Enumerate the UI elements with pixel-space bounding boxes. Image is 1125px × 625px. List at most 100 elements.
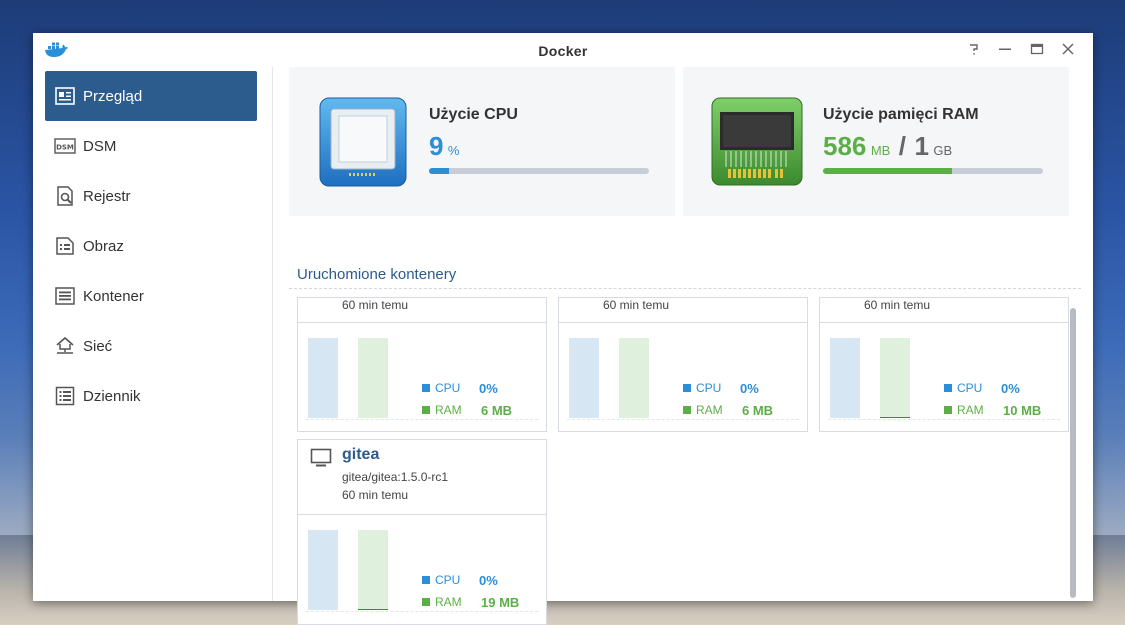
card-header: 60 min temu xyxy=(820,298,1068,323)
container-uptime: 60 min temu xyxy=(342,488,409,502)
ram-usage-value: 6 MB xyxy=(481,403,513,418)
container-card[interactable]: 60 min temu CPU 0% RAM 10 MB xyxy=(819,297,1069,432)
help-button[interactable] xyxy=(966,41,982,57)
ram-usage-title: Użycie pamięci RAM xyxy=(823,106,979,123)
cpu-usage-value: 0% xyxy=(479,381,498,396)
container-icon xyxy=(54,285,76,307)
running-containers-heading: Uruchomione kontenery xyxy=(297,266,457,283)
cpu-usage-mini-bar xyxy=(308,530,338,610)
ram-usage-mini-bar xyxy=(880,338,910,418)
sidebar-item-label: Sieć xyxy=(83,337,113,355)
container-card[interactable]: 60 min temu CPU 0% RAM 6 MB xyxy=(297,297,547,432)
ram-usage-value: 586 MB / 1 GB xyxy=(823,131,953,161)
container-usage-chart: CPU 0% RAM 6 MB xyxy=(298,323,546,433)
ram-usage-mini-bar xyxy=(358,338,388,418)
sidebar: Przegląd DSM DSM Rejestr Obraz Kontener xyxy=(33,67,273,601)
image-icon xyxy=(54,235,76,257)
sidebar-item-image[interactable]: Obraz xyxy=(45,221,257,271)
container-card[interactable]: 60 min temu CPU 0% RAM 6 MB xyxy=(558,297,808,432)
sidebar-item-container[interactable]: Kontener xyxy=(45,271,257,321)
overview-icon xyxy=(54,85,76,107)
chart-baseline xyxy=(306,419,538,420)
cpu-legend-swatch xyxy=(422,384,430,392)
ram-legend-swatch xyxy=(944,406,952,414)
cpu-usage-value: 0% xyxy=(1001,381,1020,396)
scrollbar-thumb[interactable] xyxy=(1070,308,1076,598)
cpu-legend-swatch xyxy=(683,384,691,392)
main-content: Użycie CPU 9 % Użycie pamięci RAM 586 MB… xyxy=(273,67,1093,625)
ram-usage-mini-fill xyxy=(880,417,910,418)
cpu-legend-label: CPU xyxy=(435,381,461,395)
sidebar-item-dsm[interactable]: DSM DSM xyxy=(45,121,257,171)
container-usage-chart: CPU 0% RAM 19 MB xyxy=(298,515,546,625)
sidebar-item-label: Rejestr xyxy=(83,187,131,205)
sidebar-item-registry[interactable]: Rejestr xyxy=(45,171,257,221)
svg-text:DSM: DSM xyxy=(56,144,74,152)
sidebar-item-log[interactable]: Dziennik xyxy=(45,371,257,421)
maximize-button[interactable] xyxy=(1029,41,1045,57)
cpu-usage-title: Użycie CPU xyxy=(429,106,518,123)
ram-legend-label: RAM xyxy=(957,403,984,417)
container-computer-icon xyxy=(310,448,332,473)
container-card-gitea[interactable]: gitea gitea/gitea:1.5.0-rc1 60 min temu … xyxy=(297,439,547,625)
ram-usage-value: 6 MB xyxy=(742,403,774,418)
container-uptime: 60 min temu xyxy=(603,298,670,312)
docker-window: Docker Przegląd DSM DSM Rejestr Obraz Ko… xyxy=(33,33,1093,625)
registry-icon xyxy=(54,185,76,207)
cpu-usage-value: 9 % xyxy=(429,131,460,161)
ram-module-icon xyxy=(711,97,803,192)
ram-usage-mini-bar xyxy=(619,338,649,418)
container-usage-chart: CPU 0% RAM 10 MB xyxy=(820,323,1068,433)
ram-legend-swatch xyxy=(422,598,430,606)
cpu-legend-label: CPU xyxy=(696,381,722,395)
ram-legend-label: RAM xyxy=(435,403,462,417)
cpu-usage-mini-bar xyxy=(308,338,338,418)
minimize-button[interactable] xyxy=(997,41,1013,57)
cpu-usage-mini-bar xyxy=(830,338,860,418)
window-title: Docker xyxy=(538,43,588,59)
sidebar-item-label: Obraz xyxy=(83,237,124,255)
ram-legend-label: RAM xyxy=(696,403,723,417)
sidebar-item-network[interactable]: Sieć xyxy=(45,321,257,371)
ram-usage-bar xyxy=(823,168,1043,174)
cpu-usage-bar xyxy=(429,168,649,174)
ram-usage-bar-fill xyxy=(823,168,952,174)
container-usage-chart: CPU 0% RAM 6 MB xyxy=(559,323,807,433)
container-uptime: 60 min temu xyxy=(864,298,931,312)
ram-legend-swatch xyxy=(422,406,430,414)
ram-usage-panel: Użycie pamięci RAM 586 MB / 1 GB xyxy=(683,67,1069,216)
vertical-scrollbar[interactable] xyxy=(1070,308,1076,598)
cpu-usage-value: 0% xyxy=(479,573,498,588)
cpu-usage-panel: Użycie CPU 9 % xyxy=(289,67,675,216)
chart-baseline xyxy=(306,611,538,612)
cpu-legend-swatch xyxy=(422,576,430,584)
ram-legend-label: RAM xyxy=(435,595,462,609)
card-header: 60 min temu xyxy=(298,298,546,323)
ram-usage-value: 19 MB xyxy=(481,595,520,610)
log-icon xyxy=(54,385,76,407)
container-image: gitea/gitea:1.5.0-rc1 xyxy=(342,470,449,484)
sidebar-item-label: Przegląd xyxy=(83,87,143,105)
cpu-usage-mini-bar xyxy=(569,338,599,418)
cpu-usage-value: 0% xyxy=(740,381,759,396)
container-uptime: 60 min temu xyxy=(342,298,409,312)
network-icon xyxy=(54,335,76,357)
sidebar-item-label: DSM xyxy=(83,137,117,155)
chart-baseline xyxy=(828,419,1060,420)
ram-usage-value: 10 MB xyxy=(1003,403,1042,418)
cpu-legend-label: CPU xyxy=(957,381,983,395)
cpu-legend-label: CPU xyxy=(435,573,461,587)
sidebar-item-label: Dziennik xyxy=(83,387,141,405)
container-name[interactable]: gitea xyxy=(342,446,379,464)
ram-legend-swatch xyxy=(683,406,691,414)
cpu-usage-bar-fill xyxy=(429,168,449,174)
chart-baseline xyxy=(567,419,799,420)
ram-usage-mini-bar xyxy=(358,530,388,610)
section-divider xyxy=(289,288,1081,289)
sidebar-item-overview[interactable]: Przegląd xyxy=(45,71,257,121)
title-bar[interactable]: Docker xyxy=(33,33,1093,67)
cpu-legend-swatch xyxy=(944,384,952,392)
close-button[interactable] xyxy=(1060,41,1076,57)
sidebar-item-label: Kontener xyxy=(83,287,144,305)
card-header: gitea gitea/gitea:1.5.0-rc1 60 min temu xyxy=(298,440,546,515)
